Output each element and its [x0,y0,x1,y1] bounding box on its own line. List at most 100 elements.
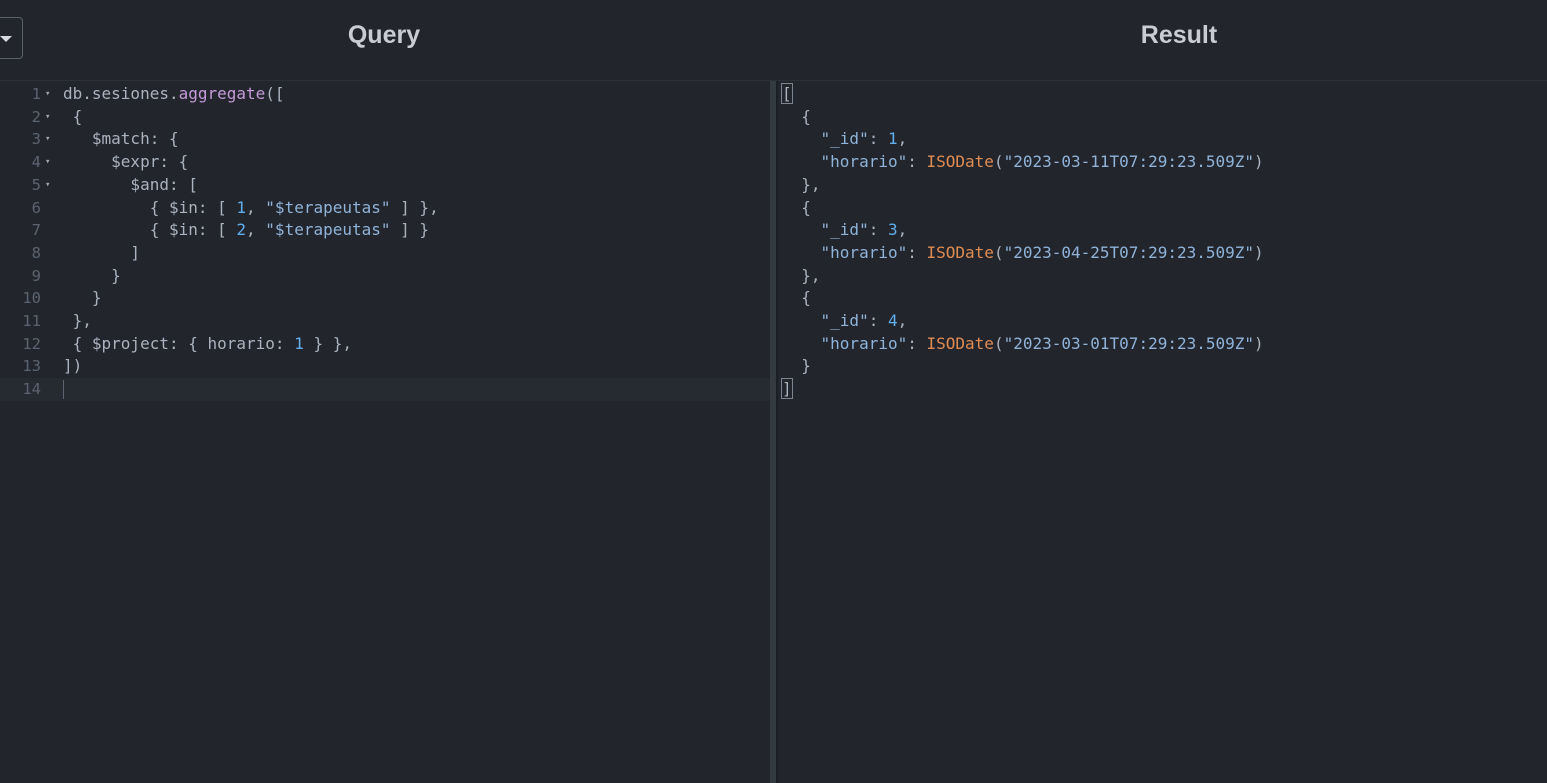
line-number: 1 [31,85,41,103]
code-line[interactable]: 10 } [0,287,770,310]
result-line: [ [778,83,1547,106]
code-token: ISODate [926,242,994,262]
code-token: : [907,333,927,353]
fold-arrow-icon[interactable]: ▾ [45,174,50,197]
code-token: ( [993,333,1004,353]
line-number: 11 [22,312,41,330]
line-number: 12 [22,334,41,353]
code-line[interactable]: 14 [0,378,770,401]
code-token: ) [1254,333,1264,353]
code-token: , [897,220,908,240]
code-token: , [246,220,266,240]
code-line[interactable]: 8 ] [0,242,770,265]
code-text: } [63,265,121,288]
code-token: "_id" [782,129,869,149]
code-token: 3 [887,220,898,240]
query-playground: Query Result 1 ▾ db.sesiones.aggregate([2 ▾… [0,0,1547,783]
code-token: { [782,106,811,126]
code-token: "_id" [782,220,869,240]
menu-dropdown-button[interactable] [0,17,23,59]
line-number: 9 [31,266,41,285]
line-number: 4 [31,153,41,172]
code-token: 1 [236,197,247,217]
code-token: ISODate [926,333,994,353]
result-viewer[interactable]: [ { "_id": 1, "horario": ISODate("2023-0… [778,81,1547,783]
text-cursor [63,380,64,400]
result-panel-title: Result [1140,21,1218,49]
fold-arrow-icon[interactable]: ▾ [45,128,50,151]
code-token: $match: { [63,129,179,149]
result-text: }, [782,174,821,197]
code-line[interactable]: 13]) [0,355,770,378]
code-token: db.sesiones. [63,84,179,103]
result-text: { [782,106,811,129]
code-token: "_id" [782,311,869,330]
code-text: }, [63,310,92,333]
code-text: $expr: { [63,151,188,174]
line-number: 3 [31,130,41,149]
code-line[interactable]: 11 }, [0,310,770,333]
code-token: : [868,129,888,149]
code-line[interactable]: 1 ▾ db.sesiones.aggregate([ [0,83,770,106]
fold-arrow-icon[interactable]: ▾ [45,83,50,106]
code-token: { $in: [ [63,220,237,240]
chevron-down-icon [0,36,12,42]
code-token: : [868,220,888,240]
code-token: 1 [887,129,898,149]
result-line: }, [778,174,1547,197]
query-editor[interactable]: 1 ▾ db.sesiones.aggregate([2 ▾ {3 ▾ $match: … [0,81,770,783]
code-token: ] [63,242,141,262]
code-token: : [868,311,888,330]
line-number: 5 [31,175,41,194]
result-text: }, [782,265,820,288]
code-line[interactable]: 5 ▾ $and: [ [0,174,770,197]
code-token: ] } [390,220,430,240]
code-token: , [246,197,266,217]
code-token: }, [782,174,821,194]
code-line[interactable]: 9 } [0,265,770,288]
line-number: 10 [22,289,41,308]
code-token: $and: [ [63,174,198,194]
code-token: { [63,106,83,126]
code-token: } [63,288,102,308]
code-token: } [782,356,811,376]
code-text: { $project: { horario: 1 } }, [63,333,352,356]
panel-resize-handle[interactable] [770,81,778,783]
code-token: "horario" [782,152,908,172]
code-token: ( [993,242,1004,262]
code-token: }, [63,311,92,330]
code-token: ]) [63,356,83,376]
code-token: } [63,265,121,285]
fold-arrow-icon[interactable]: ▾ [45,151,50,174]
line-number: 2 [31,107,41,126]
code-token: ] }, [390,197,439,217]
result-line: "_id": 3, [778,219,1547,242]
code-text: { $in: [ 1, "$terapeutas" ] }, [63,197,439,220]
code-token: "horario" [782,242,908,262]
code-line[interactable]: 6 { $in: [ 1, "$terapeutas" ] }, [0,197,770,220]
result-line: "horario": ISODate("2023-03-01T07:29:23.… [778,333,1547,356]
line-number: 6 [31,198,41,217]
code-token: { $project: { horario: [63,333,295,353]
code-line[interactable]: 7 { $in: [ 2, "$terapeutas" ] } [0,219,770,242]
result-line: { [778,287,1547,310]
code-line[interactable]: 12 { $project: { horario: 1 } }, [0,333,770,356]
code-token: { $in: [ [63,197,237,217]
code-line[interactable]: 4 ▾ $expr: { [0,151,770,174]
line-number: 8 [31,243,41,262]
code-line[interactable]: 3 ▾ $match: { [0,128,770,151]
code-token: : [907,152,927,172]
code-token: "$terapeutas" [265,220,391,240]
code-token: , [897,311,908,330]
code-line[interactable]: 2 ▾ { [0,106,770,129]
fold-arrow-icon[interactable]: ▾ [45,106,50,129]
code-token: ( [993,152,1004,172]
result-text: } [782,355,811,378]
code-token: [ [781,83,793,104]
result-text: { [782,287,811,310]
code-token: 2 [236,220,247,240]
result-line: "horario": ISODate("2023-04-25T07:29:23.… [778,242,1547,265]
code-token: ([ [265,84,285,103]
result-text: { [782,197,811,220]
result-text: "_id": 1, [782,128,908,151]
